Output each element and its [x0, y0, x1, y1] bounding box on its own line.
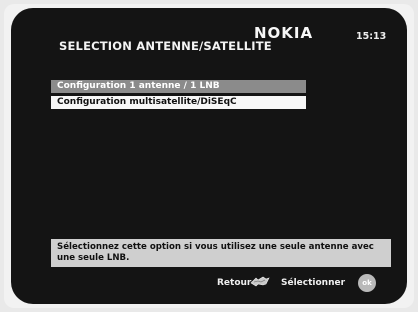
menu-item-multisatellite[interactable]: Configuration multisatellite/DiSEqC	[51, 96, 306, 109]
menu-item-single-antenna[interactable]: Configuration 1 antenne / 1 LNB	[51, 80, 306, 93]
ok-button-icon[interactable]: ok	[358, 274, 376, 292]
clock-time: 15:13	[356, 31, 387, 42]
menu-list: Configuration 1 antenne / 1 LNB Configur…	[51, 80, 306, 112]
back-remote-icon[interactable]	[249, 274, 271, 288]
help-text: Sélectionnez cette option si vous utilis…	[51, 239, 391, 267]
back-label[interactable]: Retour	[217, 278, 251, 288]
tv-screen: SELECTION ANTENNE/SATELLITE NOKIA 15:13 …	[11, 8, 407, 304]
page-title: SELECTION ANTENNE/SATELLITE	[59, 39, 272, 53]
select-label[interactable]: Sélectionner	[281, 278, 345, 288]
ok-button-label: ok	[362, 279, 372, 287]
brand-logo: NOKIA	[254, 24, 314, 42]
